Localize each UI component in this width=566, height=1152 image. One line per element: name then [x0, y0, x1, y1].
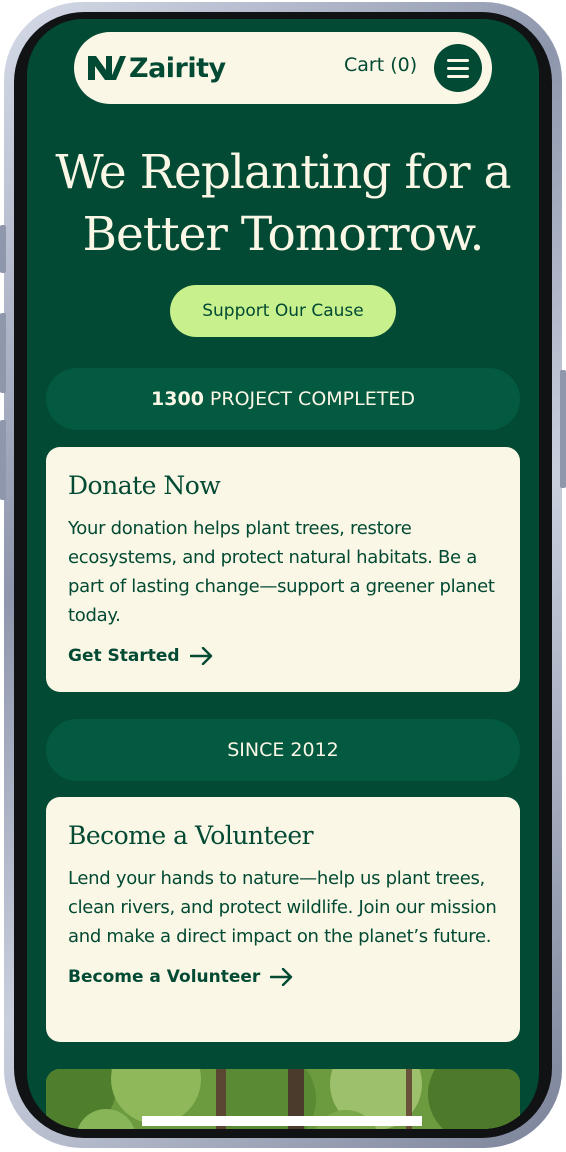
hero-title-line: We Replanting for a [55, 145, 511, 200]
hero-title-line: Better Tomorrow. [82, 207, 484, 262]
card-title: Become a Volunteer [68, 821, 314, 850]
hero-title: We Replanting for a Better Tomorrow. [27, 142, 539, 266]
menu-button[interactable] [434, 44, 482, 92]
stat-label: PROJECT COMPLETED [209, 388, 415, 410]
link-label: Become a Volunteer [68, 967, 261, 987]
phone-side-button [0, 225, 6, 273]
card-title: Donate Now [68, 471, 221, 500]
menu-icon-bar [447, 58, 469, 62]
menu-icon-bar [447, 74, 469, 78]
logo[interactable]: Zairity [86, 52, 226, 84]
support-cause-button[interactable]: Support Our Cause [170, 285, 396, 337]
screen: Zairity Cart (0) We Replanting for a Bet… [27, 19, 539, 1129]
phone-power-button [560, 370, 566, 488]
logo-mark-icon [88, 56, 126, 80]
stat-label: SINCE 2012 [227, 739, 339, 761]
cart-link[interactable]: Cart (0) [344, 54, 417, 76]
home-indicator [142, 1116, 422, 1126]
become-volunteer-link[interactable]: Become a Volunteer [68, 967, 498, 987]
card-text: Lend your hands to nature—help us plant … [68, 868, 497, 947]
stat-projects: 1300 PROJECT COMPLETED [46, 368, 520, 430]
donate-card: Donate Now Your donation helps plant tre… [46, 447, 520, 692]
brand-name: Zairity [129, 52, 226, 84]
stat-since: SINCE 2012 [46, 719, 520, 781]
card-text: Your donation helps plant trees, restore… [68, 518, 495, 626]
link-label: Get Started [68, 646, 180, 666]
stat-value: 1300 [151, 388, 204, 410]
phone-volume-down-button [0, 420, 6, 500]
arrow-right-icon [270, 968, 293, 986]
get-started-link[interactable]: Get Started [68, 646, 498, 666]
phone-volume-up-button [0, 313, 6, 393]
volunteer-card: Become a Volunteer Lend your hands to na… [46, 797, 520, 1042]
arrow-right-icon [189, 647, 212, 665]
menu-icon-bar [447, 66, 469, 70]
site-header: Zairity Cart (0) [74, 32, 492, 104]
